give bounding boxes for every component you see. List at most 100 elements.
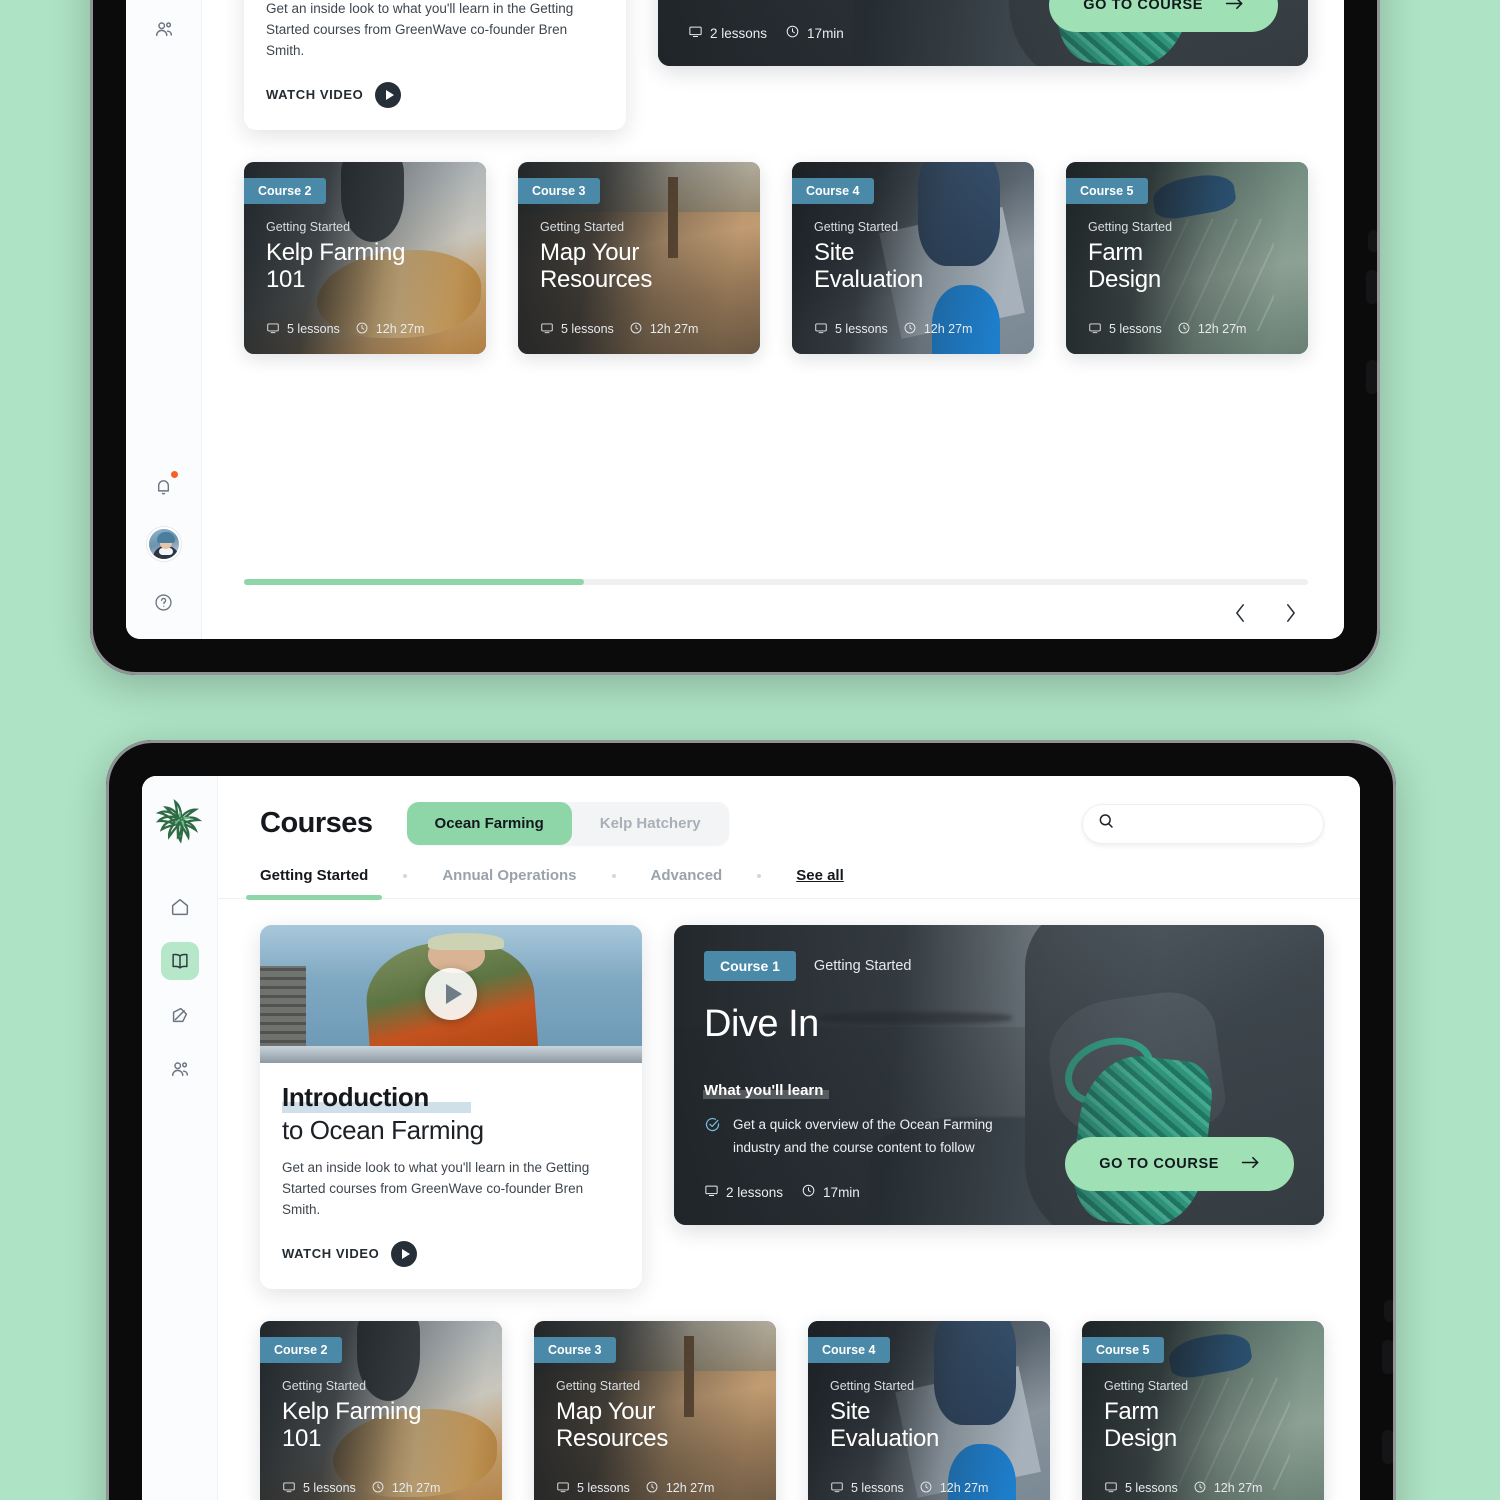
hero-learn-heading: What you'll learn [702,1082,830,1099]
subnav-item-annual-operations[interactable]: Annual Operations [442,867,576,898]
course-card[interactable]: Course 4 Getting Started Site Evaluation… [808,1320,1050,1500]
tablet-device-bottom: Courses Ocean Farming Kelp Hatchery Gett… [106,740,1396,1500]
search-input[interactable] [1125,815,1309,832]
go-to-course-button[interactable]: GO TO COURSE [1049,0,1278,32]
home-icon [169,896,191,918]
course-card[interactable]: Course 3 Getting Started Map Your Resour… [518,161,760,354]
clock-icon [355,321,369,338]
intro-video-card[interactable]: Introduction to Ocean Farming Get an ins… [260,925,642,1289]
course-lessons-text: 5 lessons [1109,322,1162,337]
see-all-link[interactable]: See all [796,867,844,898]
sidebar-item-notifications[interactable] [145,467,183,505]
intro-description: Get an inside look to what you'll learn … [266,1,574,58]
course-card[interactable]: Course 5 Getting Started Farm Design 5 l… [1066,161,1308,354]
play-icon[interactable] [391,1240,418,1267]
watch-video-label: WATCH VIDEO [282,1246,380,1262]
course-duration: 12h 27m [903,321,972,338]
course-card[interactable]: Course 5 Getting Started Farm Design 5 l… [1082,1320,1324,1500]
featured-row: Introduction to Ocean Farming Get an ins… [244,0,1308,130]
course-duration-text: 12h 27m [665,1481,715,1496]
monitor-icon [830,1480,844,1497]
subnav-separator-dot [757,873,762,878]
course-card[interactable]: Course 4 Getting Started Site Evaluation… [792,161,1034,354]
tab-kelp-hatchery[interactable]: Kelp Hatchery [572,802,729,845]
intro-video-card[interactable]: Introduction to Ocean Farming Get an ins… [244,0,626,130]
monitor-icon [688,24,703,42]
sidebar-item-help[interactable] [145,583,183,621]
carousel-progress-fill [244,579,585,585]
course-title-line1: Site [830,1397,871,1425]
course-card-body: Getting Started Map Your Resources 5 les… [518,162,760,354]
hero-bullet-text: Get a quick overview of the Ocean Farmin… [717,0,1018,1]
course-title-line2: Design [1104,1425,1177,1453]
course-title: Site Evaluation [814,239,1016,294]
clock-icon [1177,321,1191,338]
go-to-course-button[interactable]: GO TO COURSE [1065,1137,1294,1191]
course-lessons-text: 5 lessons [1125,1481,1178,1496]
course-card-body: Getting Started Site Evaluation 5 lesson… [808,1321,1050,1500]
subnav-item-advanced[interactable]: Advanced [651,867,723,898]
course-card-body: Getting Started Farm Design 5 lessons 12… [1082,1321,1324,1500]
watch-video-button[interactable]: WATCH VIDEO [266,81,604,108]
course-card[interactable]: Course 3 Getting Started Map Your Resour… [534,1320,776,1500]
clock-icon [1193,1480,1207,1497]
course-duration: 12h 27m [919,1480,988,1497]
hero-course-card[interactable]: Course 1 Getting Started Dive In What yo… [674,925,1324,1225]
course-card-body: Getting Started Kelp Farming 101 5 lesso… [260,1321,502,1500]
courses-content: Introduction to Ocean Farming Get an ins… [202,0,1344,555]
course-lessons: 5 lessons [266,321,340,338]
carousel-prev-button[interactable] [1230,603,1250,623]
course-card[interactable]: Course 2 Getting Started Kelp Farming 10… [260,1320,502,1500]
course-duration-text: 12h 27m [649,322,699,337]
play-icon[interactable] [375,81,402,108]
course-category: Getting Started [1088,219,1173,234]
tab-ocean-farming[interactable]: Ocean Farming [406,802,572,845]
greenwave-kelp-logo[interactable] [154,792,206,848]
avatar[interactable] [146,527,181,561]
hero-lessons: 2 lessons [704,1183,783,1201]
monitor-icon [1088,321,1102,338]
hero-lessons-text: 2 lessons [726,1184,784,1200]
search-box[interactable] [1082,803,1324,844]
course-cards-row: Course 2 Getting Started Kelp Farming 10… [260,1320,1324,1500]
course-card[interactable]: Course 2 Getting Started Kelp Farming 10… [244,161,486,354]
course-duration-text: 12h 27m [375,322,425,337]
course-title-line1: Site [814,238,855,266]
sidebar-nav-top [160,888,199,1088]
course-card-body: Getting Started Map Your Resources 5 les… [534,1321,776,1500]
course-category: Getting Started [556,1378,641,1393]
arrow-right-icon [1241,1155,1260,1174]
watch-video-button[interactable]: WATCH VIDEO [282,1240,620,1267]
course-title-line1: Farm [1088,238,1143,266]
intro-card-body: Introduction to Ocean Farming Get an ins… [260,1063,642,1289]
app-screen-top: Introduction to Ocean Farming Get an ins… [126,0,1344,639]
carousel-arrows [202,585,1344,639]
question-circle-icon [153,592,174,613]
play-icon[interactable] [425,968,477,1020]
course-title-line2: 101 [266,266,306,294]
course-category: Getting Started [814,219,899,234]
carousel-next-button[interactable] [1280,603,1300,623]
subnav-item-getting-started[interactable]: Getting Started [245,867,383,900]
hero-learn-bullet: Get a quick overview of the Ocean Farmin… [704,1114,1034,1160]
sidebar-item-notes[interactable] [161,996,199,1034]
main-content-top: Introduction to Ocean Farming Get an ins… [202,0,1344,639]
course-duration: 12h 27m [371,1480,440,1497]
subnav-separator-dot [611,873,616,878]
carousel-progress-track[interactable] [244,579,1308,585]
sidebar-item-community[interactable] [145,10,183,48]
intro-description: Get an inside look to what you'll learn … [282,1160,590,1217]
pencil-icon [169,1004,191,1026]
course-category: Getting Started [830,1378,915,1393]
intro-thumbnail[interactable] [260,925,642,1063]
course-title: Site Evaluation [830,1398,1032,1453]
sidebar-item-home[interactable] [161,888,199,926]
device-side-buttons [1381,740,1396,1500]
hero-course-card[interactable]: Course 1 Getting Started Dive In What yo… [658,0,1308,66]
course-title: Map Your Resources [556,1398,758,1453]
sidebar-item-courses[interactable] [160,942,199,980]
sidebar-item-community[interactable] [161,1050,199,1088]
course-duration: 12h 27m [645,1480,715,1497]
course-meta: 5 lessons 12h 27m [540,321,742,338]
course-category: Getting Started [282,1378,367,1393]
